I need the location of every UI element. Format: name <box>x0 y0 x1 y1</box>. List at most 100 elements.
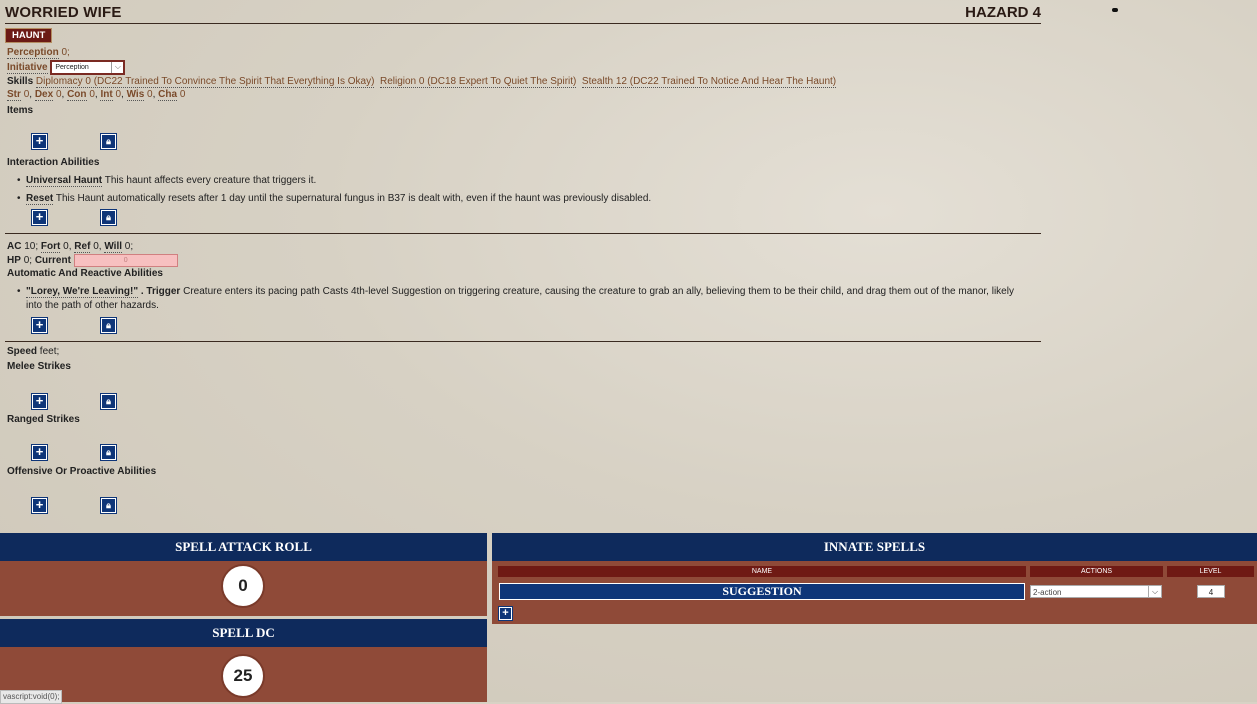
int-label[interactable]: Int <box>100 89 113 101</box>
plus-icon: + <box>35 317 44 332</box>
skill-stealth[interactable]: Stealth 12 (DC22 Trained To Notice And H… <box>581 76 837 88</box>
plus-icon: + <box>35 209 44 224</box>
dex-value: 0 <box>55 89 62 100</box>
ranged-heading: Ranged Strikes <box>7 414 80 425</box>
lock-items-button[interactable]: 🔒︎ <box>101 134 116 149</box>
cursor-mark <box>1112 8 1118 12</box>
perception-value: 0; <box>61 47 70 58</box>
column-actions: ACTIONS <box>1030 566 1163 577</box>
add-melee-button[interactable]: + <box>32 394 47 409</box>
fort-label[interactable]: Fort <box>40 241 61 253</box>
ability-name[interactable]: Reset <box>26 193 54 205</box>
str-label[interactable]: Str <box>7 89 21 101</box>
lock-icon: 🔒︎ <box>106 396 111 406</box>
str-value: 0 <box>23 89 30 100</box>
speed-value: feet; <box>39 346 60 357</box>
initiative-label[interactable]: Initiative <box>7 62 48 75</box>
title-row: WORRIED WIFE HAZARD 4 <box>5 2 1041 24</box>
add-ranged-button[interactable]: + <box>32 445 47 460</box>
add-reactive-button[interactable]: + <box>32 318 47 333</box>
spell-dc-header: SPELL DC <box>0 619 487 647</box>
column-name: NAME <box>498 566 1026 577</box>
defense-line: AC 10; Fort 0, Ref 0, Will 0; <box>7 241 134 253</box>
ability-name[interactable]: Universal Haunt <box>26 175 103 187</box>
ability-scores: Str 0, Dex 0, Con 0, Int 0, Wis 0, Cha 0 <box>7 89 186 101</box>
current-hp-input[interactable]: 0 <box>73 254 178 267</box>
lock-offensive-button[interactable]: 🔒︎ <box>101 498 116 513</box>
con-value: 0 <box>89 89 95 100</box>
int-value: 0 <box>115 89 121 100</box>
lock-interaction-button[interactable]: 🔒︎ <box>101 210 116 225</box>
fort-value: 0 <box>63 241 69 252</box>
offensive-heading: Offensive Or Proactive Abilities <box>7 466 157 477</box>
will-value: 0; <box>124 241 134 252</box>
plus-icon: + <box>35 444 44 459</box>
ability-universal-haunt: Universal Haunt This haunt affects every… <box>17 175 317 187</box>
add-interaction-button[interactable]: + <box>32 210 47 225</box>
ability-name[interactable]: "Lorey, We're Leaving!" <box>26 286 139 298</box>
hp-value: 0; <box>23 255 33 267</box>
spell-actions-value: 2-action <box>1033 588 1062 597</box>
auto-reactive-heading: Automatic And Reactive Abilities <box>7 268 163 279</box>
wis-label[interactable]: Wis <box>126 89 145 101</box>
con-label[interactable]: Con <box>67 89 87 101</box>
lock-icon: 🔒︎ <box>106 500 111 510</box>
hazard-level: HAZARD 4 <box>965 4 1041 21</box>
initiative-selected: Perception <box>55 64 89 71</box>
ref-label[interactable]: Ref <box>74 241 91 253</box>
will-label[interactable]: Will <box>104 241 122 253</box>
lock-reactive-button[interactable]: 🔒︎ <box>101 318 116 333</box>
perception-line: Perception 0; <box>7 47 70 59</box>
add-spell-button[interactable]: + <box>499 607 512 620</box>
lock-melee-button[interactable]: 🔒︎ <box>101 394 116 409</box>
ability-text-cont: into the path of other hazards. <box>26 300 159 311</box>
ac-value: 10; <box>24 241 39 252</box>
perception-label[interactable]: Perception <box>7 47 59 59</box>
speed-label: Speed <box>7 346 38 357</box>
ref-value: 0 <box>93 241 99 252</box>
speed-line: Speed feet; <box>7 346 59 357</box>
initiative-line: Initiative Perception ⌵ <box>7 60 126 75</box>
chevron-down-icon: ⌵ <box>1148 586 1161 597</box>
items-heading: Items <box>7 105 34 116</box>
ability-loreys-leaving: "Lorey, We're Leaving!" . Trigger Creatu… <box>17 286 1014 298</box>
cha-value: 0 <box>179 89 186 100</box>
add-item-button[interactable]: + <box>32 134 47 149</box>
ability-separator: . <box>140 286 144 297</box>
plus-icon: + <box>35 393 44 408</box>
lock-icon: 🔒︎ <box>106 212 111 222</box>
chevron-down-icon: ⌵ <box>111 62 123 73</box>
wis-value: 0 <box>147 89 153 100</box>
spell-level-input[interactable]: 4 <box>1197 585 1225 598</box>
ability-text: This haunt affects every creature that t… <box>104 175 317 186</box>
dex-label[interactable]: Dex <box>34 89 54 101</box>
column-level: LEVEL <box>1167 566 1254 577</box>
spell-attack-header: SPELL ATTACK ROLL <box>0 533 487 561</box>
trigger-label: Trigger <box>146 286 181 297</box>
skill-diplomacy[interactable]: Diplomacy 0 (DC22 Trained To Convince Th… <box>35 76 375 88</box>
add-offensive-button[interactable]: + <box>32 498 47 513</box>
spell-actions-select[interactable]: 2-action ⌵ <box>1030 585 1162 598</box>
ability-text: This Haunt automatically resets after 1 … <box>55 193 652 204</box>
melee-heading: Melee Strikes <box>7 361 71 372</box>
spell-name-button[interactable]: SUGGESTION <box>499 583 1025 600</box>
interaction-heading: Interaction Abilities <box>7 157 100 168</box>
skill-religion[interactable]: Religion 0 (DC18 Expert To Quiet The Spi… <box>379 76 577 88</box>
ability-text: Creature enters its pacing path Casts 4t… <box>183 286 1014 297</box>
lock-icon: 🔒︎ <box>106 447 111 457</box>
trait-badge: HAUNT <box>5 28 53 43</box>
cha-label[interactable]: Cha <box>158 89 178 101</box>
ability-reset: Reset This Haunt automatically resets af… <box>17 193 652 205</box>
hp-line: HP 0; Current 0 <box>7 254 178 267</box>
skills-label: Skills <box>7 76 34 87</box>
plus-icon: + <box>502 607 509 619</box>
spell-attack-value[interactable]: 0 <box>221 564 265 608</box>
hp-label: HP <box>7 255 21 267</box>
divider <box>5 341 1041 342</box>
initiative-select[interactable]: Perception ⌵ <box>50 60 126 75</box>
lock-ranged-button[interactable]: 🔒︎ <box>101 445 116 460</box>
skills-line: Skills Diplomacy 0 (DC22 Trained To Conv… <box>7 76 837 88</box>
ac-label: AC <box>7 241 22 252</box>
spell-dc-value[interactable]: 25 <box>221 654 265 698</box>
divider <box>5 233 1041 234</box>
